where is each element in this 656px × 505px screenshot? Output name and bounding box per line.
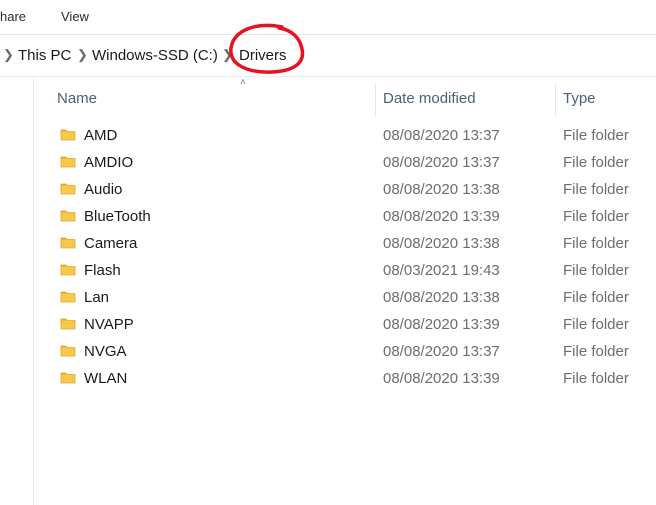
list-item[interactable]: NVAPP 08/08/2020 13:39 File folder bbox=[34, 312, 656, 339]
list-item[interactable]: Camera 08/08/2020 13:38 File folder bbox=[34, 231, 656, 258]
file-type: File folder bbox=[563, 208, 629, 225]
file-name: NVAPP bbox=[84, 316, 134, 333]
ribbon-divider bbox=[0, 34, 656, 35]
column-header: ˄ Name Date modified Type bbox=[34, 77, 656, 117]
file-date: 08/08/2020 13:38 bbox=[383, 289, 500, 306]
file-type: File folder bbox=[563, 235, 629, 252]
file-date: 08/08/2020 13:38 bbox=[383, 181, 500, 198]
file-type: File folder bbox=[563, 370, 629, 387]
folder-icon bbox=[60, 291, 76, 303]
file-date: 08/08/2020 13:37 bbox=[383, 127, 500, 144]
file-type: File folder bbox=[563, 343, 629, 360]
folder-icon bbox=[60, 345, 76, 357]
file-type: File folder bbox=[563, 127, 629, 144]
folder-icon bbox=[60, 183, 76, 195]
file-date: 08/03/2021 19:43 bbox=[383, 262, 500, 279]
file-name: NVGA bbox=[84, 343, 127, 360]
list-item[interactable]: AMD 08/08/2020 13:37 File folder bbox=[34, 123, 656, 150]
file-name: AMDIO bbox=[84, 154, 134, 171]
file-type: File folder bbox=[563, 262, 629, 279]
folder-icon bbox=[60, 237, 76, 249]
file-name: AMD bbox=[84, 127, 118, 144]
list-item[interactable]: Audio 08/08/2020 13:38 File folder bbox=[34, 177, 656, 204]
tab-share[interactable]: hare bbox=[0, 9, 26, 24]
file-date: 08/08/2020 13:37 bbox=[383, 154, 500, 171]
file-type: File folder bbox=[563, 316, 629, 333]
list-item[interactable]: BlueTooth 08/08/2020 13:39 File folder bbox=[34, 204, 656, 231]
ribbon: hare View bbox=[0, 0, 656, 34]
list-item[interactable]: Lan 08/08/2020 13:38 File folder bbox=[34, 285, 656, 312]
folder-icon bbox=[60, 210, 76, 222]
chevron-right-icon[interactable]: ❯ bbox=[3, 47, 14, 63]
column-type[interactable]: Type bbox=[563, 90, 596, 107]
file-date: 08/08/2020 13:39 bbox=[383, 208, 500, 225]
file-type: File folder bbox=[563, 154, 629, 171]
file-date: 08/08/2020 13:37 bbox=[383, 343, 500, 360]
list-item[interactable]: AMDIO 08/08/2020 13:37 File folder bbox=[34, 150, 656, 177]
column-date-modified[interactable]: Date modified bbox=[383, 90, 476, 107]
file-name: Lan bbox=[84, 289, 110, 306]
list-item[interactable]: WLAN 08/08/2020 13:39 File folder bbox=[34, 366, 656, 393]
file-date: 08/08/2020 13:39 bbox=[383, 370, 500, 387]
sort-up-icon: ˄ bbox=[240, 77, 246, 88]
breadcrumb-item-this-pc[interactable]: This PC bbox=[18, 47, 71, 64]
breadcrumb: ❯ This PC ❯ Windows-SSD (C:) ❯ Drivers bbox=[0, 36, 656, 76]
file-type: File folder bbox=[563, 181, 629, 198]
file-type: File folder bbox=[563, 289, 629, 306]
file-date: 08/08/2020 13:38 bbox=[383, 235, 500, 252]
file-name: WLAN bbox=[84, 370, 128, 387]
folder-icon bbox=[60, 318, 76, 330]
list-item[interactable]: Flash 08/03/2021 19:43 File folder bbox=[34, 258, 656, 285]
file-date: 08/08/2020 13:39 bbox=[383, 316, 500, 333]
column-separator[interactable] bbox=[555, 84, 556, 116]
folder-icon bbox=[60, 129, 76, 141]
chevron-right-icon[interactable]: ❯ bbox=[77, 47, 88, 63]
file-name: Flash bbox=[84, 262, 121, 279]
file-name: Camera bbox=[84, 235, 138, 252]
folder-icon bbox=[60, 156, 76, 168]
file-name: Audio bbox=[84, 181, 123, 198]
list-item[interactable]: NVGA 08/08/2020 13:37 File folder bbox=[34, 339, 656, 366]
file-name: BlueTooth bbox=[84, 208, 151, 225]
folder-icon bbox=[60, 264, 76, 276]
tab-view[interactable]: View bbox=[61, 9, 89, 24]
column-separator[interactable] bbox=[375, 84, 376, 116]
breadcrumb-item-windows-ssd[interactable]: Windows-SSD (C:) bbox=[92, 47, 218, 64]
folder-icon bbox=[60, 372, 76, 384]
column-name[interactable]: Name bbox=[57, 90, 97, 107]
